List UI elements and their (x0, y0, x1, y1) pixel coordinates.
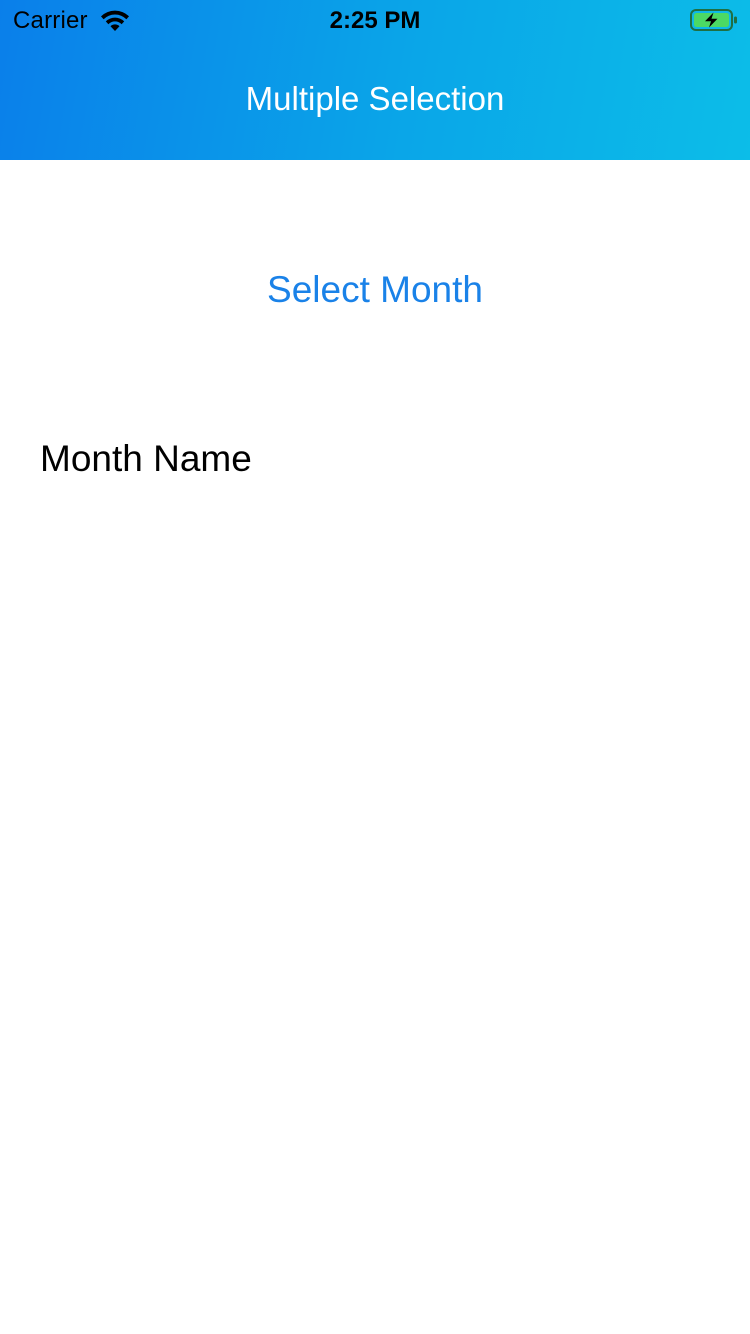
page-title: Multiple Selection (245, 80, 505, 117)
month-name-label: Month Name (40, 438, 252, 479)
navigation-header: Carrier 2:25 PM Multiple Selection (0, 0, 750, 160)
select-month-button[interactable]: Select Month (175, 260, 575, 320)
battery-charging-icon (690, 9, 737, 31)
app-screen: Carrier 2:25 PM Multiple Selection Selec… (0, 0, 750, 1334)
status-bar: Carrier 2:25 PM (0, 0, 750, 40)
status-time: 2:25 PM (329, 7, 421, 34)
